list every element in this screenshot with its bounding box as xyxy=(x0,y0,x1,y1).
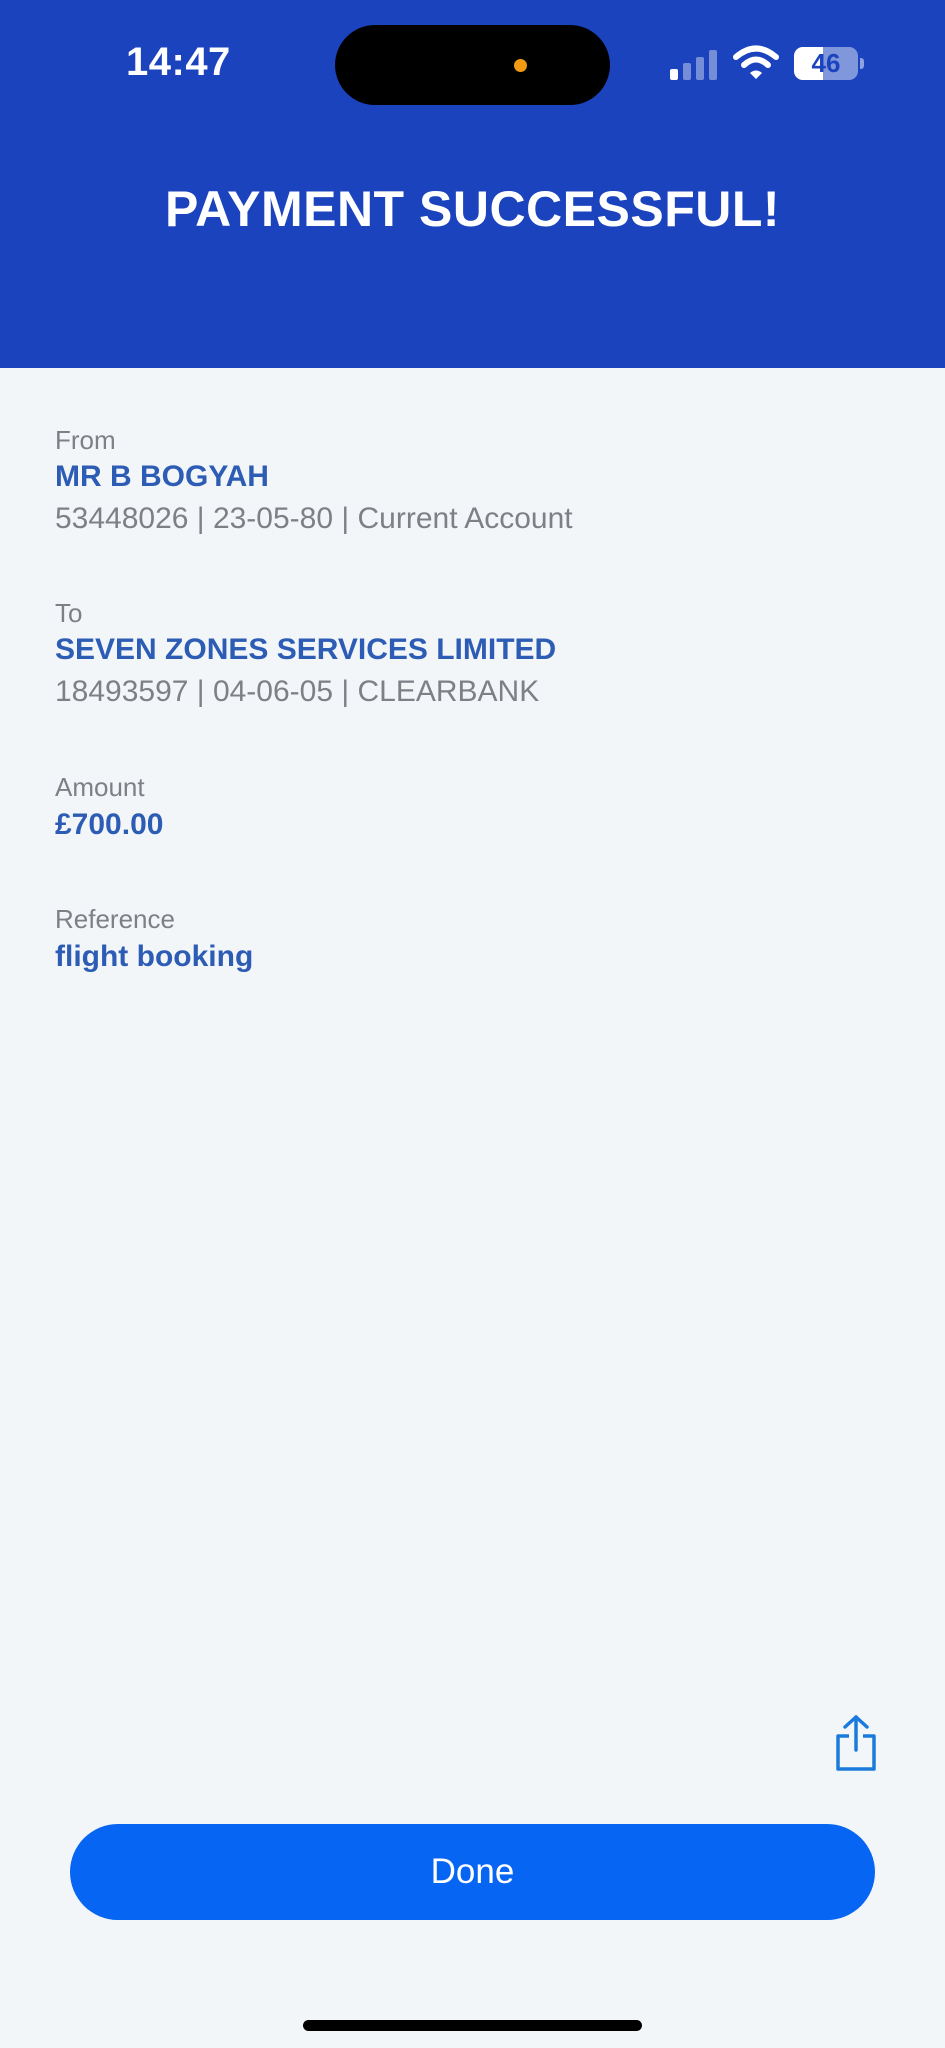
amount-label: Amount xyxy=(55,772,145,802)
status-time: 14:47 xyxy=(126,40,231,84)
privacy-indicator-dot xyxy=(514,59,527,72)
done-button[interactable]: Done xyxy=(70,1824,875,1920)
reference-value: flight booking xyxy=(55,940,254,973)
reference-label: Reference xyxy=(55,904,175,934)
battery-percentage: 46 xyxy=(811,48,841,78)
battery-icon: 46 xyxy=(794,47,858,80)
signal-bar xyxy=(696,57,704,80)
signal-bar xyxy=(709,50,717,80)
to-account-details: 18493597 | 04-06-05 | CLEARBANK xyxy=(55,675,540,708)
to-name: SEVEN ZONES SERVICES LIMITED xyxy=(55,633,557,666)
dynamic-island xyxy=(335,25,610,105)
cellular-signal-icon xyxy=(670,48,720,80)
to-label: To xyxy=(55,598,83,628)
signal-bar xyxy=(670,69,678,80)
amount-value: £700.00 xyxy=(55,808,164,841)
from-account-details: 53448026 | 23-05-80 | Current Account xyxy=(55,502,573,535)
battery-cap xyxy=(860,58,864,69)
wifi-icon xyxy=(733,45,779,79)
page-title: PAYMENT SUCCESSFUL! xyxy=(164,181,781,237)
from-label: From xyxy=(55,425,116,455)
signal-bar xyxy=(683,63,691,80)
header: 14:47 46 PAYMENT SUCCESSFUL! xyxy=(0,0,945,368)
share-icon[interactable] xyxy=(832,1714,880,1772)
from-name: MR B BOGYAH xyxy=(55,460,269,493)
home-indicator[interactable] xyxy=(303,2020,642,2031)
